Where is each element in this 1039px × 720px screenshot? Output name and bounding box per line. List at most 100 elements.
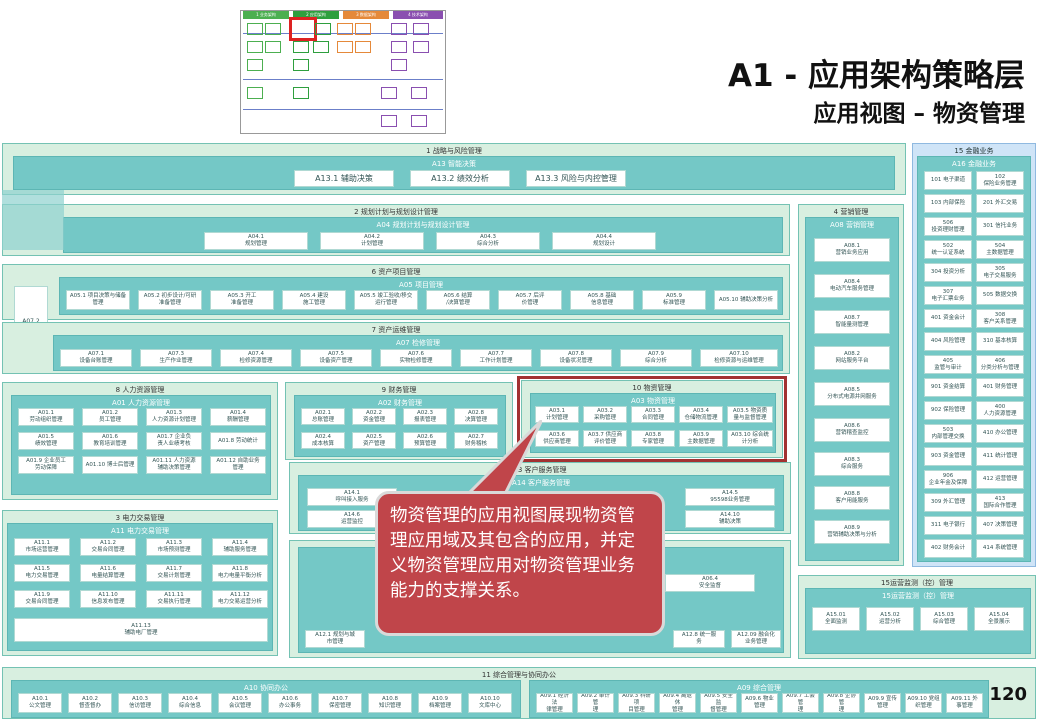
finance-app-cell[interactable]: 502 统一认证系统 [924,240,972,259]
finance-app-cell[interactable]: 405 监管与审计 [924,355,972,374]
app-cell[interactable]: A15.04 全景展示 [974,607,1024,631]
finance-app-cell[interactable]: 310 基本核算 [976,332,1024,351]
general-app-cell[interactable]: A09.9 宣传 管理 [864,693,901,713]
app-cell[interactable]: A11.8 电力电量平衡分析 [212,564,268,582]
app-cell[interactable]: A04.4 规划设计 [552,232,656,250]
finance-app-cell[interactable]: 414 系统管理 [976,539,1024,558]
app-cell[interactable]: A07.1 设备台账管理 [60,349,132,367]
general-app-cell[interactable]: A09.2 审计管 理 [577,693,614,713]
collab-app-cell[interactable]: A10.6 办公事务 [268,693,312,713]
app-cell[interactable]: A11.2 交易合同管理 [80,538,136,556]
app-cell[interactable]: A08.4 电动汽车服务管理 [814,274,890,298]
app-cell[interactable]: A11.3 市场预测管理 [146,538,202,556]
app-cell[interactable]: A05.9 标准管理 [642,290,706,310]
app-cell[interactable]: A13.1 辅助决策 [294,170,394,187]
collab-app-cell[interactable]: A10.8 知识管理 [368,693,412,713]
finance-app-cell[interactable]: 506 投资理财管理 [924,217,972,236]
collab-app-cell[interactable]: A10.10 文库中心 [468,693,512,713]
app-cell[interactable]: A05.10 辅助决策分析 [714,290,778,310]
app-cell[interactable]: A12.8 统一服 务 [673,630,725,648]
app-cell[interactable]: A07.4 检修资源管理 [220,349,292,367]
app-cell[interactable]: A13.2 绩效分析 [410,170,510,187]
app-cell[interactable]: A01.1 劳动组织管理 [18,408,74,426]
app-cell[interactable]: A08.8 客户用能服务 [814,486,890,510]
finance-app-cell[interactable]: 407 决策管理 [976,516,1024,535]
app-cell[interactable]: A01.9 企业员工 劳动保障 [18,456,74,474]
finance-app-cell[interactable]: 404 风险管理 [924,332,972,351]
collab-app-cell[interactable]: A10.5 会议管理 [218,693,262,713]
app-cell[interactable]: A13.3 风险与内控管理 [526,170,626,187]
finance-app-cell[interactable]: 401 资金会计 [924,309,972,328]
app-cell[interactable]: A08.6 营销稽查监控 [814,418,890,442]
app-cell[interactable]: A12.09 融合化 业务管理 [731,630,781,648]
app-cell[interactable]: A05.5 竣工验收/移交 运行管理 [354,290,418,310]
collab-app-cell[interactable]: A10.4 综合信息 [168,693,212,713]
app-cell[interactable]: A15.02 运营分析 [866,607,914,631]
app-cell[interactable]: A04.2 计划管理 [320,232,424,250]
collab-app-cell[interactable]: A10.1 公文管理 [18,693,62,713]
finance-app-cell[interactable]: 301 信托业务 [976,217,1024,236]
finance-app-cell[interactable]: 902 保险管理 [924,401,972,420]
app-cell[interactable]: A14.10 辅助决策 [685,510,775,528]
general-app-cell[interactable]: A09.1 经济法 律管理 [536,693,573,713]
finance-app-cell[interactable]: 412 运营管理 [976,470,1024,489]
app-cell[interactable]: A01.11 人力资源 辅助决策管理 [146,456,202,474]
finance-app-cell[interactable]: 304 投资分析 [924,263,972,282]
collab-app-cell[interactable]: A10.3 信访管理 [118,693,162,713]
finance-app-cell[interactable]: 101 电子渠道 [924,171,972,190]
app-cell[interactable]: A05.3 开工 准备管理 [210,290,274,310]
app-cell[interactable]: A11.7 交易计划管理 [146,564,202,582]
app-cell[interactable]: A07.5 设备资产管理 [300,349,372,367]
app-cell[interactable]: A01.4 薪酬管理 [210,408,266,426]
app-cell[interactable]: A14.5 95598业务管理 [685,488,775,506]
app-cell[interactable]: A11.1 市场运营管理 [14,538,70,556]
app-cell[interactable]: A01.2 员工管理 [82,408,138,426]
app-cell[interactable]: A02.6 预算管理 [403,432,447,449]
app-cell[interactable]: A01.10 博士后管理 [82,456,138,474]
app-cell[interactable]: A07.10 检修资源与运维管理 [700,349,778,367]
general-app-cell[interactable]: A09.10 党组 织管理 [905,693,942,713]
app-cell[interactable]: A05.1 项目决策与储备 管理 [66,290,130,310]
general-app-cell[interactable]: A09.6 物业 管理 [741,693,778,713]
finance-app-cell[interactable]: 413 国际合作管理 [976,493,1024,512]
app-cell[interactable]: A08.1 营销业务应用 [814,238,890,262]
architecture-thumbnail[interactable]: 1 业务架构 2 应用架构 3 数据架构 4 技术架构 [240,10,446,134]
app-cell[interactable]: A11.4 辅助服务管理 [212,538,268,556]
app-cell[interactable]: A04.1 规划管理 [204,232,308,250]
general-app-cell[interactable]: A09.11 外 事管理 [946,693,983,713]
general-app-cell[interactable]: A09.7 工会管 理 [782,693,819,713]
app-cell[interactable]: A05.6 结算 /决算管理 [426,290,490,310]
app-cell[interactable]: A07.3 生产作业管理 [140,349,212,367]
app-cell[interactable]: A05.2 初步设计/可研 准备管理 [138,290,202,310]
finance-app-cell[interactable]: 305 电子交易服务 [976,263,1024,282]
app-cell[interactable]: A01.8 劳动统计 [210,432,266,450]
app-cell[interactable]: A08.7 智能量测管理 [814,310,890,334]
general-app-cell[interactable]: A09.4 离退休 管理 [659,693,696,713]
finance-app-cell[interactable]: 503 内部管理交换 [924,424,972,443]
app-cell[interactable]: A01.7 企业负 责人业绩考核 [146,432,202,450]
app-cell[interactable]: A11.12 电力交易运营分析 [212,590,268,608]
app-cell[interactable]: A07.7 工作计划管理 [460,349,532,367]
finance-app-cell[interactable]: 504 主数据管理 [976,240,1024,259]
finance-app-cell[interactable]: 103 内部保险 [924,194,972,213]
app-cell[interactable]: A01.12 自助业务 管理 [210,456,266,474]
app-cell[interactable]: A11.9 交易合同管理 [14,590,70,608]
finance-app-cell[interactable]: 311 电子银行 [924,516,972,535]
finance-app-cell[interactable]: 201 外汇交易 [976,194,1024,213]
app-cell[interactable]: A12.1 规划与城 市管理 [305,630,365,648]
collab-app-cell[interactable]: A10.9 档案管理 [418,693,462,713]
general-app-cell[interactable]: A09.3 科研项 目管理 [618,693,655,713]
finance-app-cell[interactable]: 906 企业年金及保障 [924,470,972,489]
app-cell[interactable]: A08.5 分布式电源并网服务 [814,382,890,406]
app-cell[interactable]: A08.9 营销辅助决策与分析 [814,520,890,544]
app-cell[interactable]: A04.3 综合分析 [436,232,540,250]
app-cell[interactable]: A05.8 基础 信息管理 [570,290,634,310]
finance-app-cell[interactable]: 308 客户关系管理 [976,309,1024,328]
app-cell[interactable]: A05.4 建设 施工管理 [282,290,346,310]
finance-app-cell[interactable]: 307 电子汇票业务 [924,286,972,305]
app-cell[interactable]: A02.4 成本核算 [301,432,345,449]
app-cell[interactable]: A05.7 后评 价管理 [498,290,562,310]
finance-app-cell[interactable]: 505 数据交换 [976,286,1024,305]
app-cell[interactable]: A06.4 安全监督 [665,574,755,592]
app-cell[interactable]: A01.3 人力资源计划管理 [146,408,202,426]
